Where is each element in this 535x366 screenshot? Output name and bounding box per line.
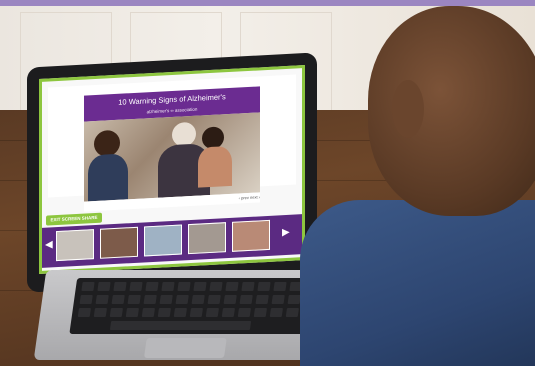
participant-tile[interactable]: [56, 229, 94, 262]
participant-tile[interactable]: [232, 219, 270, 252]
keyboard: [69, 278, 328, 334]
trackpad: [143, 338, 227, 358]
man-ear: [392, 80, 424, 138]
slide-photo: [84, 112, 260, 202]
right-arrow-icon[interactable]: ▶: [282, 227, 290, 238]
shared-slide-area: 10 Warning Signs of Alzheimer's alzheime…: [48, 74, 296, 212]
photo-scene: 10 Warning Signs of Alzheimer's alzheime…: [0, 0, 535, 366]
person-figure: [88, 153, 128, 202]
participant-tile[interactable]: [144, 224, 182, 257]
participant-tile[interactable]: [100, 226, 138, 259]
laptop-screen: 10 Warning Signs of Alzheimer's alzheime…: [39, 65, 305, 274]
participant-tile[interactable]: [188, 222, 226, 255]
man-shirt: [300, 200, 535, 366]
exit-screen-share-button[interactable]: EXIT SCREEN SHARE: [46, 212, 102, 226]
laptop-lid: 10 Warning Signs of Alzheimer's alzheime…: [27, 52, 317, 293]
person-figure: [94, 129, 120, 158]
left-arrow-icon[interactable]: ◀: [45, 239, 53, 250]
person-figure: [198, 145, 232, 188]
